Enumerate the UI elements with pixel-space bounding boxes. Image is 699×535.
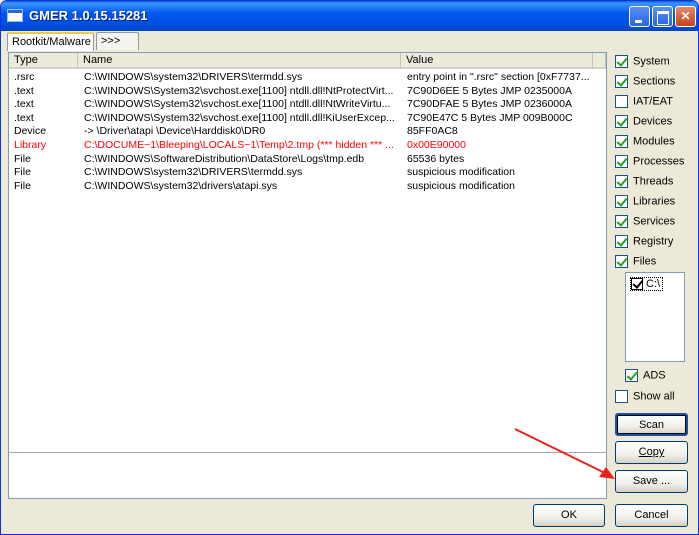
cell-value: 7C90D6EE 5 Bytes JMP 0235000A — [407, 84, 572, 97]
option-modules[interactable]: Modules — [615, 135, 675, 151]
column-header-type[interactable]: Type — [9, 53, 78, 69]
ads-checkbox[interactable] — [625, 369, 638, 382]
option-label: Devices — [633, 115, 673, 128]
cell-name: C:\WINDOWS\system32\DRIVERS\termdd.sys — [84, 166, 303, 179]
cell-value: entry point in ".rsrc" section [0xF7737.… — [407, 71, 590, 83]
show-all-checkbox[interactable] — [615, 390, 628, 403]
cell-type: .rsrc — [14, 71, 35, 83]
copy-button[interactable]: Copy — [615, 441, 688, 464]
cell-value: 7C90DFAE 5 Bytes JMP 0236000A — [407, 98, 572, 111]
cell-value: suspicious modification — [407, 179, 515, 192]
option-devices[interactable]: Devices — [615, 115, 672, 131]
table-row[interactable]: File C:\WINDOWS\system32\drivers\atapi.sy… — [9, 180, 606, 194]
option-system[interactable]: System — [615, 55, 670, 71]
option-libraries[interactable]: Libraries — [615, 195, 675, 211]
cell-name: C:\WINDOWS\system32\drivers\atapi.sys — [84, 179, 278, 192]
annotation-arrow-icon — [514, 428, 615, 479]
cell-value: 65536 bytes — [407, 152, 465, 165]
ads-checkbox-row[interactable]: ADS — [625, 369, 666, 385]
cell-type: File — [14, 179, 31, 192]
cell-value: 7C90E47C 5 Bytes JMP 009B000C — [407, 111, 573, 124]
results-rows: .rsrc C:\WINDOWS\system32\DRIVERS\termdd.… — [9, 71, 606, 193]
column-header-name[interactable]: Name — [78, 53, 401, 69]
drive-list[interactable]: C:\ — [625, 272, 685, 362]
option-label: Threads — [633, 175, 674, 188]
option-label: Libraries — [633, 195, 676, 208]
option-checkbox[interactable] — [615, 75, 628, 88]
window-title: GMER 1.0.15.15281 — [29, 8, 148, 23]
table-row[interactable]: File C:\WINDOWS\SoftwareDistribution\Data… — [9, 153, 606, 167]
title-bar[interactable]: GMER 1.0.15.15281 ✕ — [1, 1, 698, 31]
option-label: IAT/EAT — [633, 95, 673, 108]
option-label: Services — [633, 215, 676, 228]
option-checkbox[interactable] — [615, 115, 628, 128]
cell-type: File — [14, 152, 31, 165]
tab-more[interactable]: >>> — [96, 32, 139, 50]
option-label: Processes — [633, 155, 685, 168]
cell-type: .text — [14, 84, 34, 97]
cell-name: C:\WINDOWS\System32\svchost.exe[1100] nt… — [84, 84, 394, 97]
tab-rootkit-malware[interactable]: Rootkit/Malware — [7, 32, 94, 51]
cell-type: .text — [14, 98, 34, 111]
ok-button[interactable]: OK — [533, 504, 605, 527]
option-checkbox[interactable] — [615, 95, 628, 108]
ads-label: ADS — [643, 369, 666, 382]
table-row[interactable]: .rsrc C:\WINDOWS\system32\DRIVERS\termdd.… — [9, 71, 606, 85]
cancel-button[interactable]: Cancel — [615, 504, 688, 527]
table-row[interactable]: .text C:\WINDOWS\System32\svchost.exe[110… — [9, 112, 606, 126]
cell-type: Library — [14, 138, 47, 151]
option-iateat[interactable]: IAT/EAT — [615, 95, 673, 111]
cell-type: Device — [14, 125, 47, 138]
scan-button[interactable]: Scan — [615, 413, 688, 436]
option-checkbox[interactable] — [615, 155, 628, 168]
drive-item[interactable]: C:\ — [630, 277, 664, 291]
option-checkbox[interactable] — [615, 175, 628, 188]
table-row[interactable]: Library C:\DOCUME~1\Bleeping\LOCALS~1\Tem… — [9, 139, 606, 153]
table-row[interactable]: .text C:\WINDOWS\System32\svchost.exe[110… — [9, 98, 606, 112]
drive-label: C:\ — [646, 278, 661, 290]
option-checkbox[interactable] — [615, 215, 628, 228]
option-checkbox[interactable] — [615, 135, 628, 148]
cell-name: C:\WINDOWS\System32\svchost.exe[1100] nt… — [84, 111, 395, 124]
option-checkbox[interactable] — [615, 255, 628, 268]
option-checkbox[interactable] — [615, 55, 628, 68]
option-processes[interactable]: Processes — [615, 155, 684, 171]
table-row[interactable]: .text C:\WINDOWS\System32\svchost.exe[110… — [9, 85, 606, 99]
option-label: Modules — [633, 135, 675, 148]
drive-checkbox[interactable] — [631, 278, 643, 291]
show-all-label: Show all — [633, 390, 675, 403]
app-icon — [7, 9, 23, 22]
option-label: System — [633, 55, 670, 68]
option-checkbox[interactable] — [615, 235, 628, 248]
cell-type: File — [14, 166, 31, 179]
column-header-value[interactable]: Value — [401, 53, 593, 69]
column-header-spacer — [593, 53, 606, 69]
minimize-button[interactable] — [629, 6, 650, 27]
maximize-button[interactable] — [652, 6, 673, 27]
option-services[interactable]: Services — [615, 215, 675, 231]
cell-type: .text — [14, 111, 34, 124]
gmer-window: GMER 1.0.15.15281 ✕ Rootkit/Malware >>> … — [0, 0, 699, 535]
option-threads[interactable]: Threads — [615, 175, 673, 191]
cell-value: suspicious modification — [407, 166, 515, 179]
show-all-checkbox-row[interactable]: Show all — [615, 390, 675, 406]
option-label: Files — [633, 255, 657, 268]
cell-name: C:\WINDOWS\System32\svchost.exe[1100] nt… — [84, 98, 391, 111]
option-sections[interactable]: Sections — [615, 75, 675, 91]
cell-name: -> \Driver\atapi \Device\Harddisk0\DR0 — [84, 125, 266, 138]
option-label: Sections — [633, 75, 676, 88]
cell-name: C:\WINDOWS\SoftwareDistribution\DataStor… — [84, 152, 365, 165]
cell-name: C:\DOCUME~1\Bleeping\LOCALS~1\Temp\2.tmp… — [84, 138, 394, 151]
cell-value: 85FF0AC8 — [407, 125, 458, 138]
save-button[interactable]: Save ... — [615, 470, 688, 493]
close-button[interactable]: ✕ — [675, 6, 696, 27]
cell-value: 0x00E90000 — [407, 138, 466, 151]
table-row[interactable]: File C:\WINDOWS\system32\DRIVERS\termdd.s… — [9, 166, 606, 180]
option-registry[interactable]: Registry — [615, 235, 673, 251]
cell-name: C:\WINDOWS\system32\DRIVERS\termdd.sys — [84, 71, 303, 83]
option-checkbox[interactable] — [615, 195, 628, 208]
option-label: Registry — [633, 235, 674, 248]
option-files[interactable]: Files — [615, 255, 656, 271]
table-row[interactable]: Device -> \Driver\atapi \Device\Harddisk0… — [9, 125, 606, 139]
